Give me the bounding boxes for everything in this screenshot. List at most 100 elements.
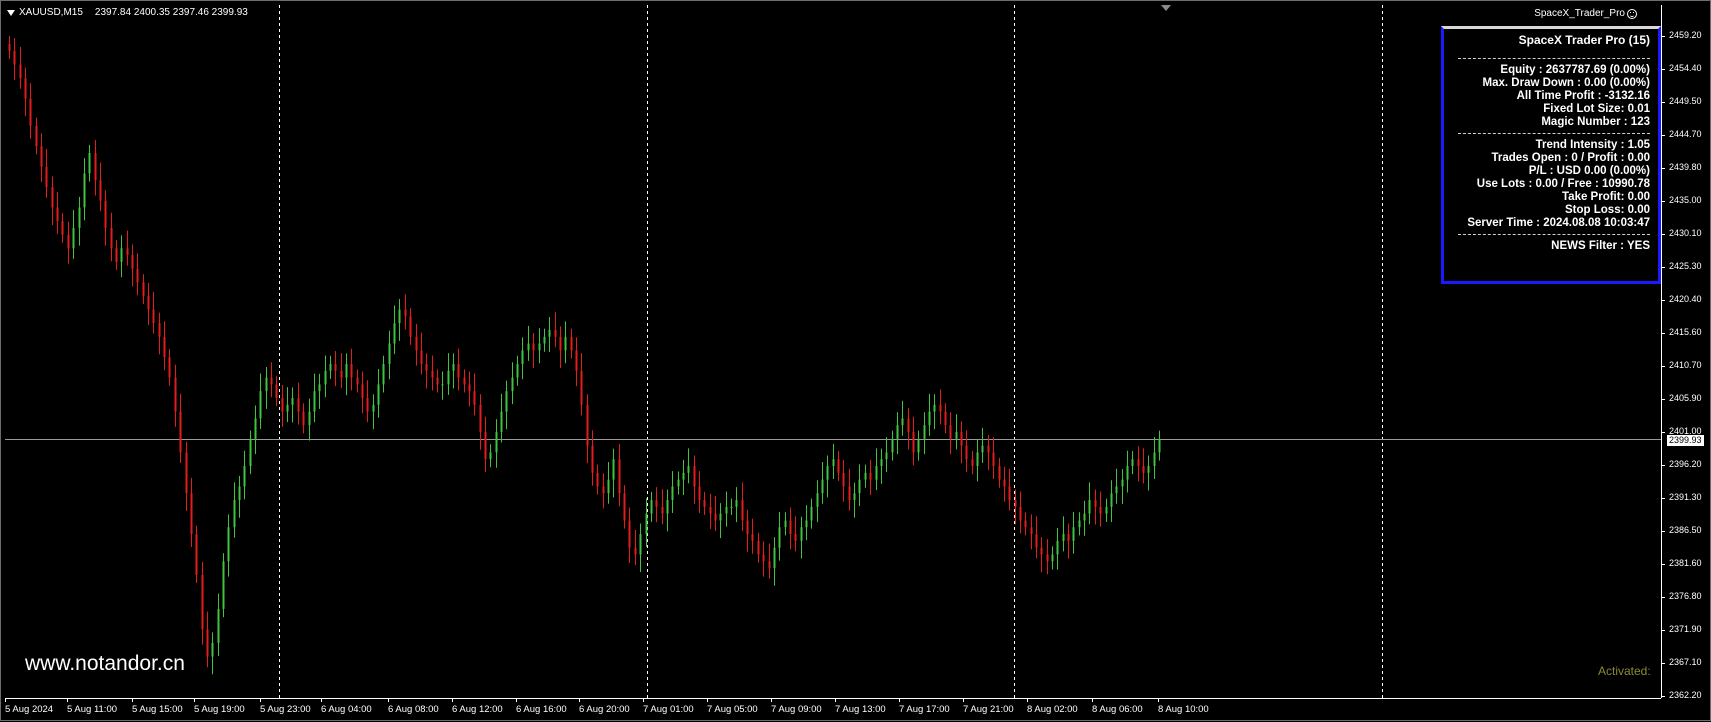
price-tick-label: 2362.20 [1669, 690, 1702, 700]
candle-body [174, 377, 177, 412]
candle-body [61, 221, 64, 235]
candle [388, 330, 391, 380]
candle-body [473, 391, 476, 405]
candle [987, 435, 990, 471]
candle [580, 353, 583, 416]
time-tick-label: 6 Aug 12:00 [452, 704, 503, 715]
candle [907, 407, 910, 450]
candle-body [308, 411, 311, 426]
candle [35, 117, 38, 155]
candle-body [484, 432, 487, 460]
candle [730, 498, 733, 516]
candle-body [885, 452, 888, 460]
candle [800, 516, 803, 559]
candle-body [869, 472, 872, 480]
candle-body [420, 350, 423, 364]
panel-row: Fixed Lot Size: 0.01 [1543, 103, 1650, 115]
candle [853, 482, 856, 518]
candle-body [356, 377, 359, 385]
candle-body [1131, 459, 1134, 467]
candle-body [227, 527, 230, 562]
candle [382, 355, 385, 393]
candle-body [217, 608, 220, 643]
price-tick-label: 2367.10 [1669, 656, 1702, 667]
chart-shift-marker-icon[interactable] [1161, 5, 1171, 11]
candle [115, 240, 118, 271]
candle [484, 416, 487, 473]
candle [965, 430, 968, 473]
candle-body [275, 384, 278, 398]
candle [714, 495, 717, 531]
candle-body [211, 642, 214, 657]
candle-body [516, 363, 519, 378]
candle [404, 294, 407, 330]
candle-body [19, 64, 22, 79]
candle-body [693, 466, 696, 487]
candle-body [623, 493, 626, 521]
candle-body [361, 384, 364, 398]
candle [976, 439, 979, 482]
candle-body [933, 404, 936, 412]
time-tick-label: 7 Aug 21:00 [963, 704, 1014, 715]
candle [265, 367, 268, 409]
chevron-down-icon[interactable] [7, 9, 15, 16]
candle-body [548, 329, 551, 337]
candle [944, 403, 947, 434]
candle-body [1072, 527, 1075, 541]
candle-body [746, 520, 749, 535]
candle-body [976, 452, 979, 467]
candle [960, 421, 963, 464]
time-tick-label: 6 Aug 16:00 [516, 704, 567, 715]
candle [505, 380, 508, 430]
candle-body [639, 534, 642, 555]
candle [158, 312, 161, 355]
candle [543, 328, 546, 352]
candle-body [698, 486, 701, 501]
candle-body [318, 384, 321, 392]
chart-window[interactable]: XAUUSD,M15 2397.84 2400.35 2397.46 2399.… [0, 0, 1711, 721]
candle [586, 394, 589, 464]
candle [308, 398, 311, 441]
candle [249, 430, 252, 475]
candle [61, 212, 64, 243]
candle [286, 387, 289, 423]
price-tick-label: 2415.60 [1669, 326, 1702, 337]
candle [345, 353, 348, 396]
candle-body [152, 309, 155, 324]
candle-body [120, 248, 123, 262]
candle [334, 351, 337, 387]
symbol-name: XAUUSD,M15 [19, 7, 83, 18]
candle-body [821, 479, 824, 494]
candle [340, 353, 343, 389]
expert-advisor-label[interactable]: SpaceX_Trader_Pro [1534, 8, 1637, 19]
candle-body [1040, 547, 1043, 555]
candle [1024, 512, 1027, 536]
candle-body [655, 500, 658, 507]
candle [516, 355, 519, 386]
time-tick-label: 8 Aug 10:00 [1158, 704, 1209, 715]
candle [126, 230, 129, 266]
candle [201, 561, 204, 645]
candle [452, 353, 455, 389]
candle-body [521, 350, 524, 364]
candle-body [168, 357, 171, 378]
candle [356, 369, 359, 393]
candle [655, 487, 658, 523]
candle-body [126, 248, 129, 256]
time-tick-label: 6 Aug 04:00 [321, 704, 372, 715]
candle [602, 473, 605, 509]
candle-body [826, 466, 829, 480]
candle-body [762, 554, 765, 562]
candle [217, 593, 220, 656]
candle [810, 498, 813, 529]
candle-body [115, 248, 118, 262]
candle-body [505, 391, 508, 412]
candle [1019, 491, 1022, 534]
candle-body [1099, 506, 1102, 514]
candle [1099, 491, 1102, 527]
candle [297, 382, 300, 425]
candle [880, 448, 883, 484]
candle-body [1019, 506, 1022, 521]
candle-body [875, 466, 878, 480]
candle [682, 459, 685, 495]
